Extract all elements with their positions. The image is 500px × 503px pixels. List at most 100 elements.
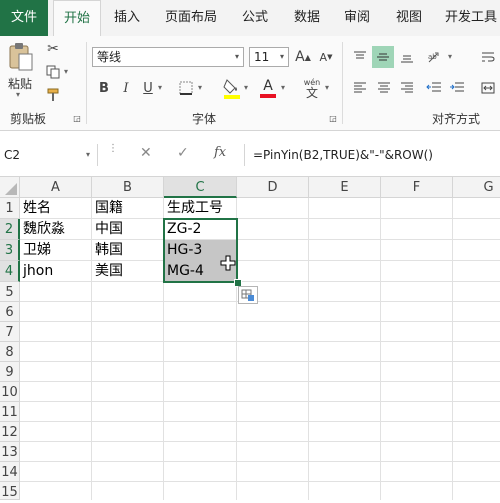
enter-formula-button[interactable]: ✓ <box>177 145 189 161</box>
cell-b4[interactable]: 美国 <box>92 261 164 282</box>
copy-dropdown-icon[interactable]: ▾ <box>64 67 68 76</box>
ribbon-tab-bar: 文件 开始 插入 页面布局 公式 数据 审阅 视图 开发工具 <box>0 0 500 37</box>
grow-font-icon[interactable]: A ▲ <box>293 47 313 67</box>
auto-fill-options-button[interactable] <box>238 286 258 304</box>
row-header-14[interactable]: 14 <box>0 462 20 482</box>
cell-c1[interactable]: 生成工号 <box>164 198 237 219</box>
chevron-down-icon[interactable]: ▾ <box>231 48 243 66</box>
column-header-f[interactable]: F <box>381 177 453 198</box>
cell-b1[interactable]: 国籍 <box>92 198 164 219</box>
orientation-dropdown-icon[interactable]: ▾ <box>448 52 452 61</box>
font-name-combo[interactable]: 等线 ▾ <box>92 47 244 67</box>
column-header-e[interactable]: E <box>309 177 381 198</box>
format-painter-icon[interactable] <box>44 86 62 104</box>
align-left-icon[interactable] <box>350 78 370 98</box>
font-color-dropdown-icon[interactable]: ▾ <box>281 83 285 92</box>
paste-dropdown-icon[interactable]: ▾ <box>16 90 20 99</box>
bold-button[interactable]: B <box>96 78 112 98</box>
phonetic-guide-icon[interactable]: wén 文 <box>301 74 323 102</box>
tab-formulas[interactable]: 公式 <box>234 0 276 36</box>
tab-view[interactable]: 视图 <box>388 0 430 36</box>
wrap-text-icon[interactable] <box>478 47 498 67</box>
row-header-13[interactable]: 13 <box>0 442 20 462</box>
font-size-combo[interactable]: 11 ▾ <box>249 47 289 67</box>
copy-icon[interactable] <box>44 63 62 81</box>
tab-file[interactable]: 文件 <box>0 0 48 36</box>
select-all-corner[interactable] <box>0 177 20 198</box>
font-color-icon[interactable]: A <box>258 76 278 100</box>
border-icon[interactable] <box>176 78 196 98</box>
column-header-b[interactable]: B <box>92 177 164 198</box>
cut-icon[interactable]: ✂ <box>44 40 62 58</box>
gridline <box>452 198 453 500</box>
column-header-a[interactable]: A <box>20 177 92 198</box>
chevron-down-icon[interactable]: ▾ <box>276 48 288 66</box>
gridline <box>20 461 500 462</box>
column-header-c[interactable]: C <box>164 177 237 198</box>
clipboard-group-label: 剪贴板 <box>10 112 47 126</box>
row-header-8[interactable]: 8 <box>0 342 20 362</box>
underline-button[interactable]: U <box>140 78 156 98</box>
row-header-5[interactable]: 5 <box>0 282 20 302</box>
tab-review[interactable]: 审阅 <box>336 0 378 36</box>
clipboard-launcher-icon[interactable]: ◲ <box>72 113 82 123</box>
row-header-4[interactable]: 4 <box>0 261 20 282</box>
row-header-6[interactable]: 6 <box>0 302 20 322</box>
row-header-10[interactable]: 10 <box>0 382 20 402</box>
cancel-formula-button[interactable]: ✕ <box>140 145 152 161</box>
row-header-3[interactable]: 3 <box>0 240 20 261</box>
increase-indent-icon[interactable] <box>447 78 467 98</box>
formula-input[interactable]: =PinYin(B2,TRUE)&"-"&ROW() <box>244 144 500 166</box>
row-header-9[interactable]: 9 <box>0 362 20 382</box>
gridline <box>20 321 500 322</box>
cell-a2[interactable]: 魏欣淼 <box>20 219 92 240</box>
font-size-value: 11 <box>254 50 270 64</box>
cell-c2[interactable]: ZG-2 <box>164 219 237 240</box>
gridline <box>20 481 500 482</box>
cell-a3[interactable]: 卫娣 <box>20 240 92 261</box>
font-launcher-icon[interactable]: ◲ <box>328 113 338 123</box>
align-center-icon[interactable] <box>374 78 394 98</box>
formula-bar-grip-icon[interactable]: ⋮ <box>108 144 118 154</box>
column-header-d[interactable]: D <box>237 177 309 198</box>
fill-color-icon[interactable] <box>222 76 242 100</box>
merge-center-icon[interactable] <box>478 78 498 98</box>
align-middle-icon[interactable] <box>372 46 394 68</box>
tab-home[interactable]: 开始 <box>53 0 101 37</box>
cell-b2[interactable]: 中国 <box>92 219 164 240</box>
cell-b3[interactable]: 韩国 <box>92 240 164 261</box>
row-header-15[interactable]: 15 <box>0 482 20 500</box>
row-header-12[interactable]: 12 <box>0 422 20 442</box>
gridline <box>20 341 500 342</box>
gridline <box>380 198 381 500</box>
insert-function-button[interactable]: fx <box>214 145 226 160</box>
orientation-icon[interactable]: ab <box>424 47 446 67</box>
gridline <box>308 198 309 500</box>
column-header-g[interactable]: G <box>453 177 500 198</box>
svg-text:ab: ab <box>428 53 437 61</box>
row-header-2[interactable]: 2 <box>0 219 20 240</box>
shrink-font-icon[interactable]: A ▼ <box>316 47 336 67</box>
tab-developer[interactable]: 开发工具 <box>440 0 500 36</box>
tab-page-layout[interactable]: 页面布局 <box>158 0 224 36</box>
paste-icon[interactable] <box>6 42 36 72</box>
underline-dropdown-icon[interactable]: ▾ <box>158 83 162 92</box>
border-dropdown-icon[interactable]: ▾ <box>198 83 202 92</box>
align-bottom-icon[interactable] <box>397 47 417 67</box>
align-right-icon[interactable] <box>397 78 417 98</box>
cell-a1[interactable]: 姓名 <box>20 198 92 219</box>
name-box-dropdown-icon[interactable]: ▾ <box>86 150 90 159</box>
decrease-indent-icon[interactable] <box>424 78 444 98</box>
cell-a4[interactable]: jhon <box>20 261 92 282</box>
name-box[interactable]: C2 <box>0 144 98 166</box>
phonetic-dropdown-icon[interactable]: ▾ <box>325 83 329 92</box>
row-header-7[interactable]: 7 <box>0 322 20 342</box>
tab-insert[interactable]: 插入 <box>106 0 148 36</box>
row-header-1[interactable]: 1 <box>0 198 20 219</box>
row-header-11[interactable]: 11 <box>0 402 20 422</box>
fill-color-dropdown-icon[interactable]: ▾ <box>244 83 248 92</box>
group-separator <box>342 42 343 124</box>
italic-button[interactable]: I <box>118 78 134 98</box>
align-top-icon[interactable] <box>350 47 370 67</box>
tab-data[interactable]: 数据 <box>286 0 328 36</box>
